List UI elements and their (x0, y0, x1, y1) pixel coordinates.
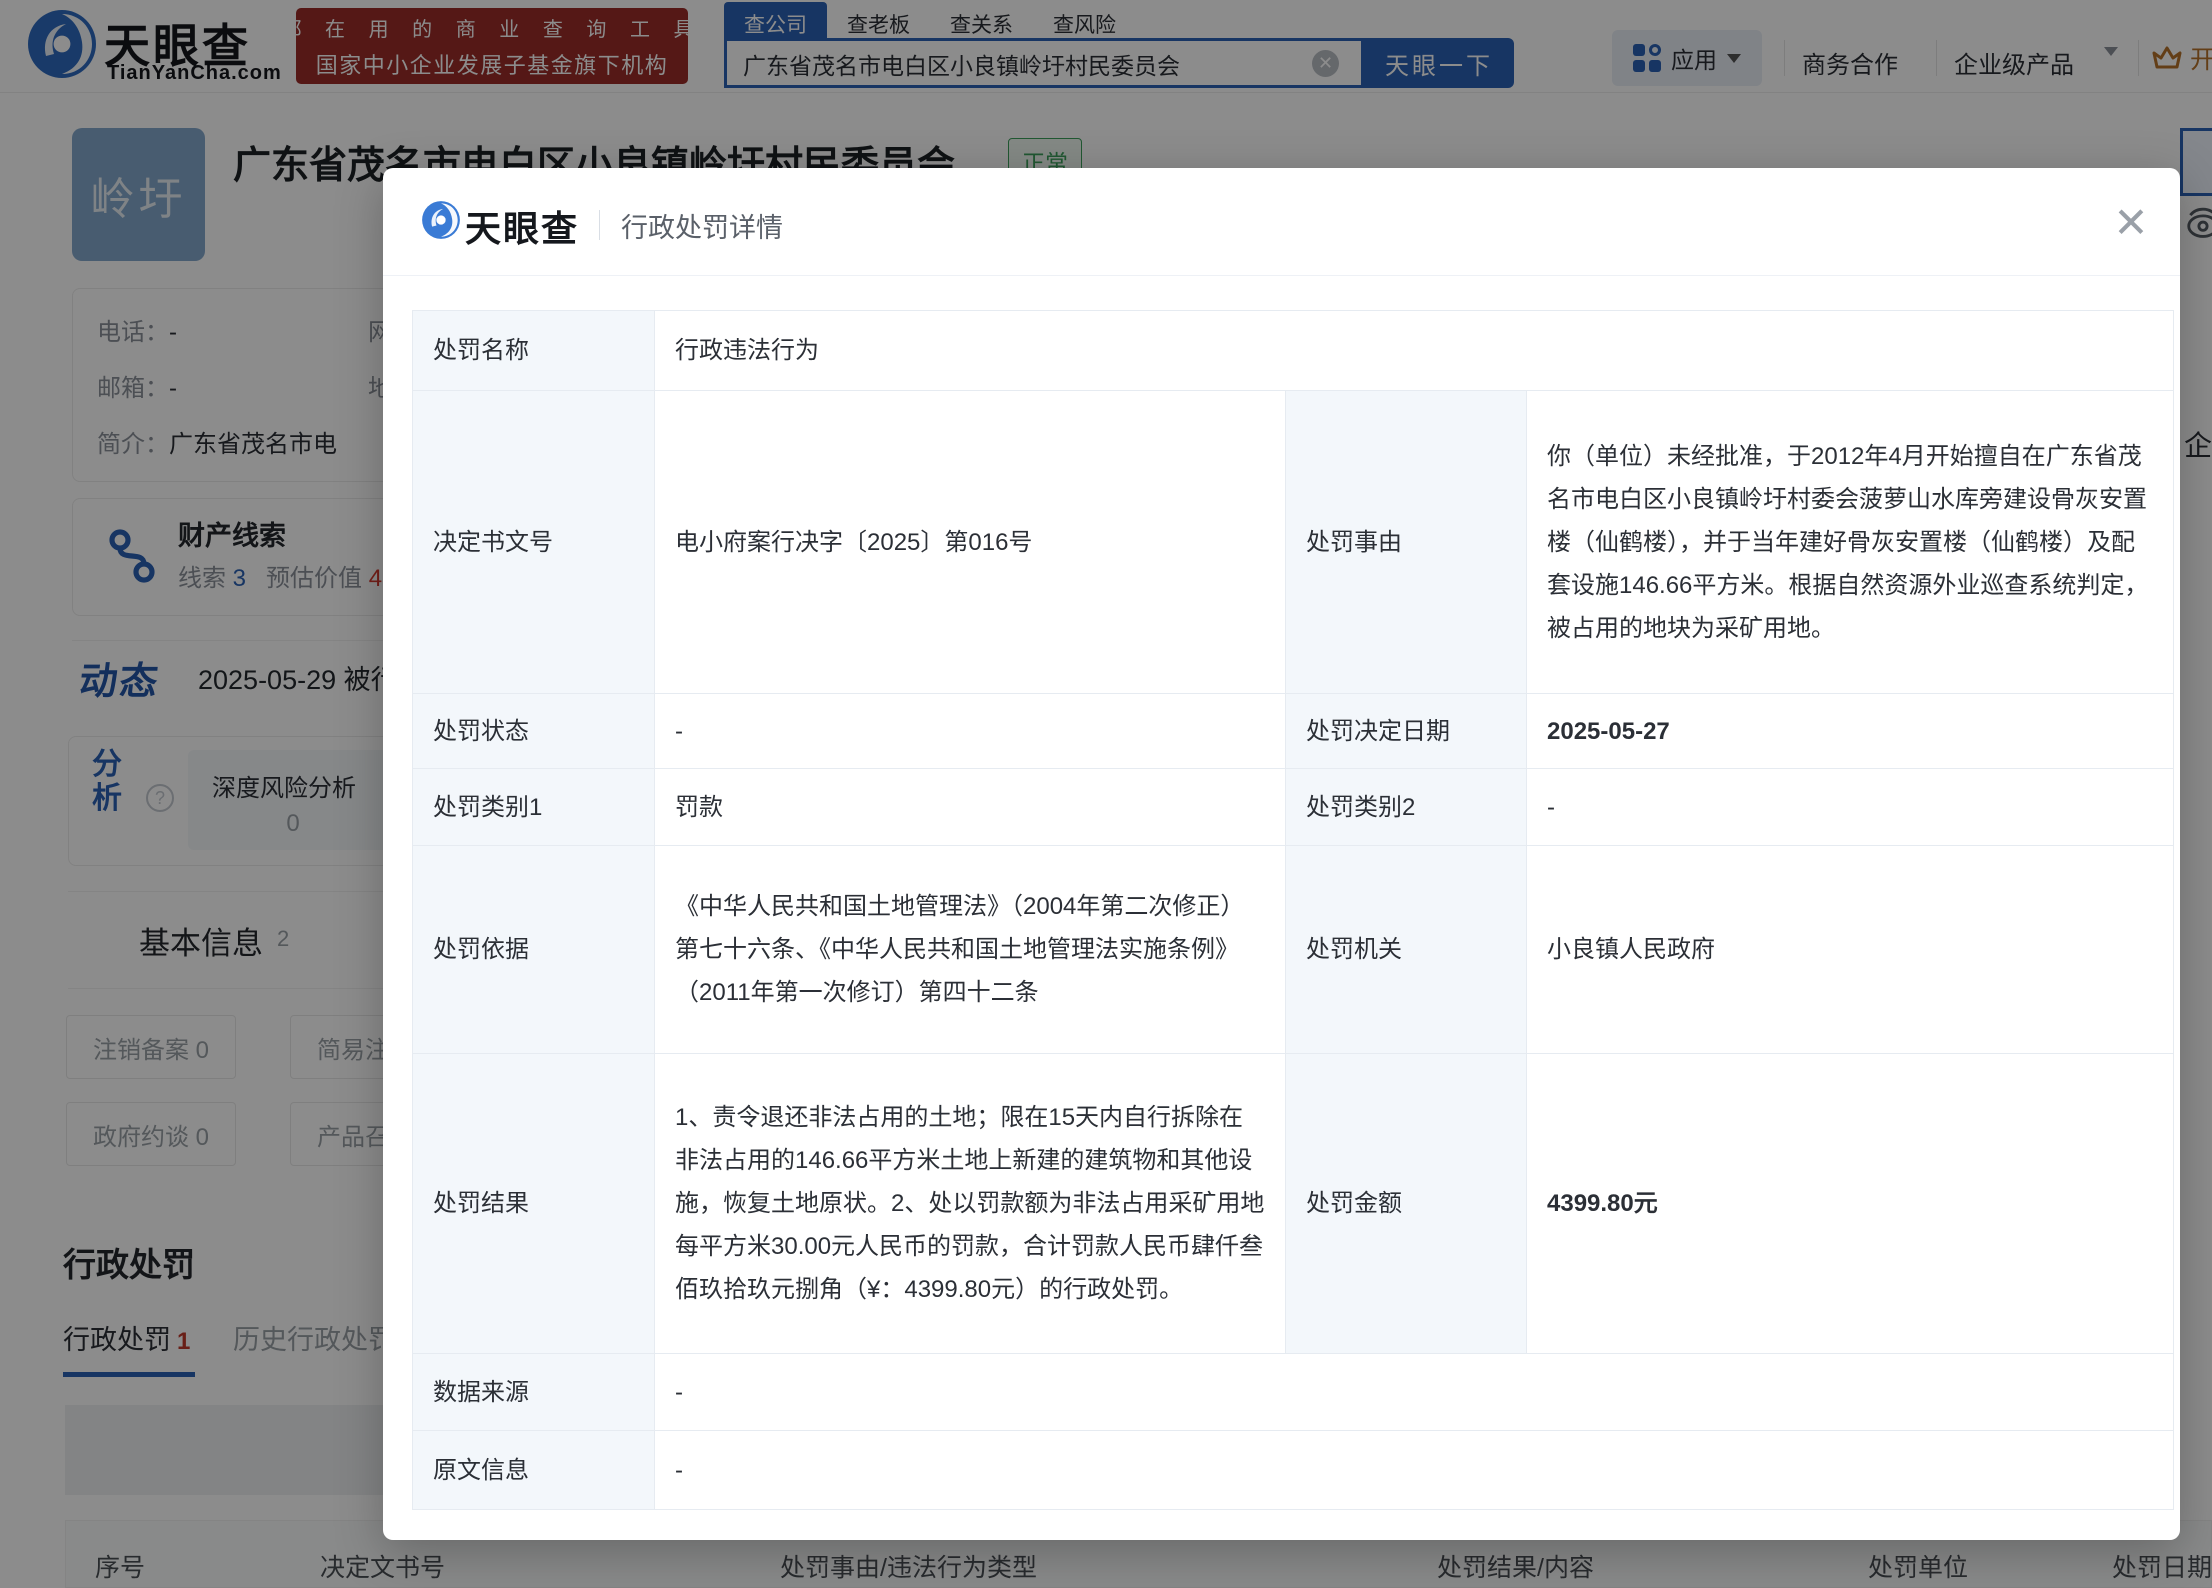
tianyancha-logo-icon (421, 200, 461, 240)
modal-brand: 天眼查 (465, 208, 580, 249)
modal-header: 天眼查 行政处罚详情 ✕ (383, 168, 2180, 276)
row-value: 1、责令退还非法占用的土地；限在15天内自行拆除在非法占用的146.66平方米土… (655, 1054, 1286, 1354)
table-row: 决定书文号 电小府案行决字〔2025〕第016号 处罚事由 你（单位）未经批准，… (413, 391, 2173, 694)
row-label: 处罚金额 (1286, 1054, 1527, 1354)
row-label: 处罚事由 (1286, 391, 1527, 694)
row-label: 处罚类别2 (1286, 769, 1527, 846)
row-value: 电小府案行决字〔2025〕第016号 (655, 391, 1286, 694)
row-value: 你（单位）未经批准，于2012年4月开始擅自在广东省茂名市电白区小良镇岭圩村委会… (1527, 391, 2173, 694)
row-value: 2025-05-27 (1527, 694, 2173, 769)
table-row: 处罚类别1 罚款 处罚类别2 - (413, 769, 2173, 846)
table-row: 处罚状态 - 处罚决定日期 2025-05-27 (413, 694, 2173, 769)
row-label: 处罚结果 (413, 1054, 655, 1354)
row-label: 原文信息 (413, 1431, 655, 1509)
row-value: 罚款 (655, 769, 1286, 846)
close-icon[interactable]: ✕ (2105, 196, 2157, 248)
row-label: 处罚决定日期 (1286, 694, 1527, 769)
row-label: 数据来源 (413, 1354, 655, 1431)
row-value: - (675, 1456, 683, 1484)
row-label: 处罚名称 (413, 311, 655, 391)
row-value: - (655, 1354, 2173, 1431)
table-row: 处罚名称 行政违法行为 (413, 311, 2173, 391)
modal-title: 行政处罚详情 (621, 213, 783, 243)
screenshot-root: 天眼查 TianYanCha.com 都 在 用 的 商 业 查 询 工 具 国… (0, 0, 2212, 1588)
row-label: 处罚依据 (413, 846, 655, 1054)
table-row: 处罚结果 1、责令退还非法占用的土地；限在15天内自行拆除在非法占用的146.6… (413, 1054, 2173, 1354)
row-value: 4399.80元 (1527, 1054, 2173, 1354)
row-value: 行政违法行为 (655, 311, 2173, 391)
penalty-detail-table: 处罚名称 行政违法行为 决定书文号 电小府案行决字〔2025〕第016号 处罚事… (412, 310, 2174, 1510)
row-value: - (655, 694, 1286, 769)
row-label: 处罚类别1 (413, 769, 655, 846)
divider (599, 210, 600, 240)
row-value: 《中华人民共和国土地管理法》（2004年第二次修正）第七十六条、《中华人民共和国… (655, 846, 1286, 1054)
row-value: - (1527, 769, 2173, 846)
row-label: 处罚机关 (1286, 846, 1527, 1054)
table-row: 数据来源 - (413, 1354, 2173, 1431)
row-label: 决定书文号 (413, 391, 655, 694)
row-value: 小良镇人民政府 (1527, 846, 2173, 1054)
table-row: 处罚依据 《中华人民共和国土地管理法》（2004年第二次修正）第七十六条、《中华… (413, 846, 2173, 1054)
penalty-detail-modal: 天眼查 行政处罚详情 ✕ 处罚名称 行政违法行为 决定书文号 电小府案行决字〔2… (383, 168, 2180, 1540)
table-row: 原文信息 - (413, 1431, 2173, 1509)
row-label: 处罚状态 (413, 694, 655, 769)
